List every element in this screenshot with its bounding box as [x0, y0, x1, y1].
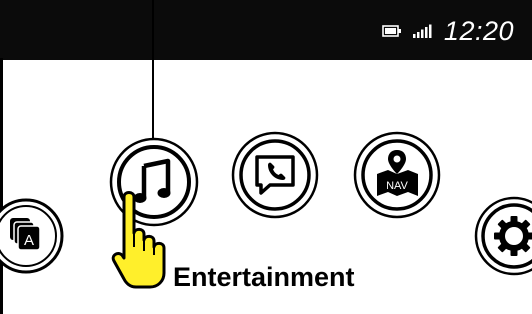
- svg-text:NAV: NAV: [386, 180, 408, 192]
- pointing-hand-icon: [108, 185, 170, 300]
- settings-button[interactable]: [472, 194, 532, 278]
- signal-bars-icon: [412, 24, 432, 38]
- status-bar: 12:20: [0, 0, 532, 60]
- callout-line: [152, 0, 154, 138]
- focused-app-label: Entertainment: [173, 262, 355, 292]
- battery-icon: [382, 25, 401, 37]
- apps-button[interactable]: A: [0, 196, 66, 276]
- communication-button[interactable]: [230, 130, 320, 220]
- clock: 12:20: [443, 15, 514, 46]
- svg-text:A: A: [24, 232, 34, 249]
- navigation-button[interactable]: NAV: [352, 130, 442, 220]
- status-indicators: 12:20: [382, 16, 514, 46]
- infotainment-home-screen: 12:20 A NAV Entertainment: [0, 0, 532, 314]
